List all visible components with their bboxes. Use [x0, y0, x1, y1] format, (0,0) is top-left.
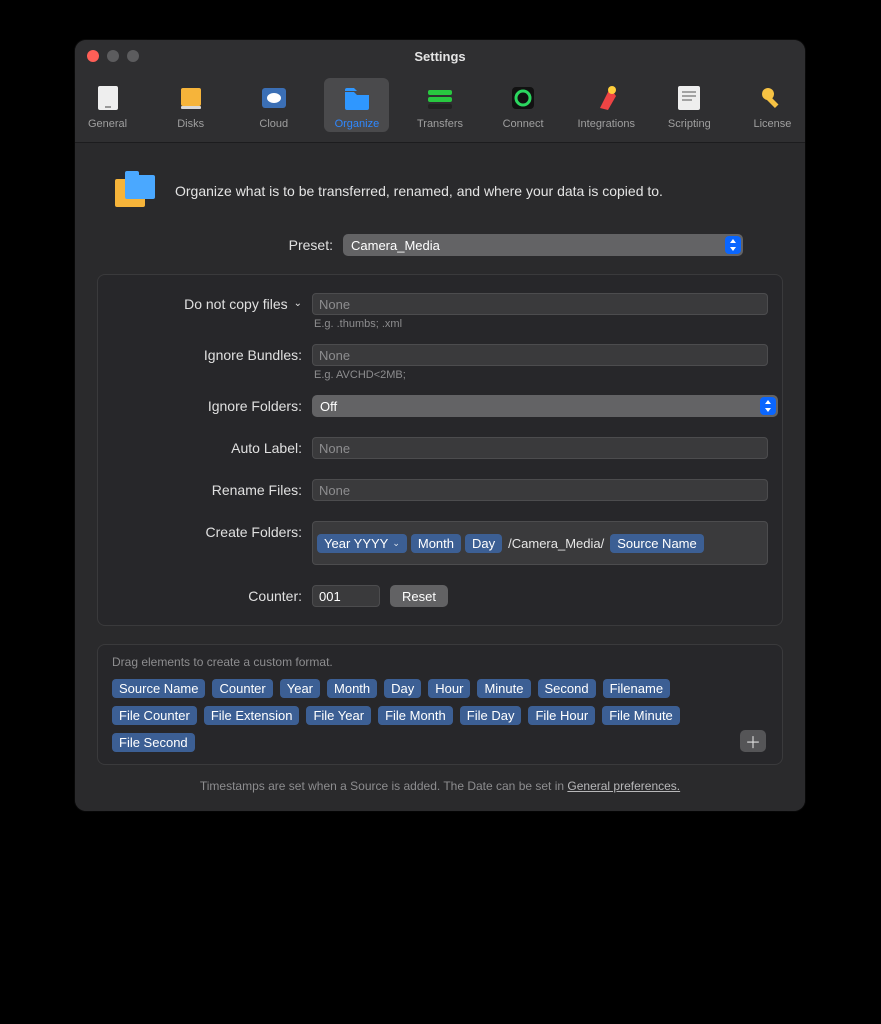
- footer-text: Timestamps are set when a Source is adde…: [200, 779, 568, 793]
- window-zoom-button[interactable]: [127, 50, 139, 62]
- chevron-down-icon: ⌄: [294, 293, 302, 315]
- palette-token[interactable]: File Day: [460, 706, 522, 725]
- organize-hero-icon: [115, 169, 159, 212]
- preset-dropdown[interactable]: Camera_Media: [343, 234, 743, 256]
- tab-disks[interactable]: Disks: [158, 78, 223, 132]
- tab-label: Connect: [503, 118, 544, 130]
- updown-arrows-icon: [725, 236, 741, 254]
- palette-token[interactable]: File Hour: [528, 706, 595, 725]
- ignore-folders-label: Ignore Folders:: [112, 395, 312, 417]
- palette-token[interactable]: File Second: [112, 733, 195, 752]
- rename-files-label: Rename Files:: [112, 479, 312, 501]
- format-token[interactable]: Source Name: [610, 534, 703, 553]
- counter-label: Counter:: [112, 585, 312, 607]
- tab-label: Scripting: [668, 118, 711, 130]
- format-token[interactable]: Year YYYY⌄: [317, 534, 407, 553]
- format-plain-text[interactable]: /Camera_Media/: [506, 536, 606, 551]
- organize-pane: Organize what is to be transferred, rena…: [75, 143, 805, 811]
- chevron-down-icon: ⌄: [392, 538, 400, 549]
- organize-icon: [341, 82, 373, 114]
- palette-token[interactable]: Day: [384, 679, 421, 698]
- intro-text: Organize what is to be transferred, rena…: [175, 183, 663, 199]
- palette-token[interactable]: Source Name: [112, 679, 205, 698]
- plus-icon: ＋: [745, 729, 761, 753]
- general-preferences-link[interactable]: General preferences.: [567, 779, 680, 793]
- preset-label: Preset:: [97, 237, 333, 253]
- ignore-folders-dropdown[interactable]: Off: [312, 395, 778, 417]
- palette-token[interactable]: Counter: [212, 679, 272, 698]
- preset-row: Preset: Camera_Media: [97, 234, 783, 256]
- tab-label: Integrations: [577, 118, 634, 130]
- scripting-icon: [673, 82, 705, 114]
- ignore-folders-value: Off: [320, 399, 337, 414]
- ignore-bundles-label: Ignore Bundles:: [112, 344, 312, 366]
- footer-note: Timestamps are set when a Source is adde…: [97, 779, 783, 793]
- palette-token[interactable]: File Minute: [602, 706, 680, 725]
- add-token-button[interactable]: ＋: [740, 730, 766, 752]
- auto-label-input[interactable]: [312, 437, 768, 459]
- tab-cloud[interactable]: Cloud: [241, 78, 306, 132]
- tab-scripting[interactable]: Scripting: [657, 78, 722, 132]
- tab-label: License: [753, 118, 791, 130]
- settings-window: Settings General Disks Cloud Organize Transf…: [75, 40, 805, 811]
- rename-files-input[interactable]: [312, 479, 768, 501]
- format-token[interactable]: Day: [465, 534, 502, 553]
- palette-token[interactable]: Month: [327, 679, 377, 698]
- create-folders-label: Create Folders:: [112, 521, 312, 543]
- palette-token[interactable]: Filename: [603, 679, 670, 698]
- palette-token[interactable]: File Year: [306, 706, 371, 725]
- transfers-icon: [424, 82, 456, 114]
- cloud-icon: [258, 82, 290, 114]
- tab-general[interactable]: General: [75, 78, 140, 132]
- palette-token[interactable]: Year: [280, 679, 320, 698]
- palette-token[interactable]: Second: [538, 679, 596, 698]
- updown-arrows-icon: [760, 397, 776, 415]
- token-palette-panel: Drag elements to create a custom format.…: [97, 644, 783, 765]
- intro-row: Organize what is to be transferred, rena…: [115, 169, 769, 212]
- palette-token[interactable]: Hour: [428, 679, 470, 698]
- do-not-copy-hint: E.g. .thumbs; .xml: [314, 318, 768, 330]
- tab-license[interactable]: License: [740, 78, 805, 132]
- preset-dropdown-value: Camera_Media: [351, 238, 440, 253]
- do-not-copy-label-text: Do not copy files: [184, 293, 288, 315]
- do-not-copy-label[interactable]: Do not copy files ⌄: [112, 293, 312, 315]
- palette-hint: Drag elements to create a custom format.: [112, 655, 768, 669]
- general-icon: [92, 82, 124, 114]
- ignore-bundles-input[interactable]: [312, 344, 768, 366]
- titlebar: Settings: [75, 40, 805, 72]
- organize-form-panel: Do not copy files ⌄ E.g. .thumbs; .xml I…: [97, 274, 783, 626]
- palette-token[interactable]: File Extension: [204, 706, 300, 725]
- do-not-copy-input[interactable]: [312, 293, 768, 315]
- tab-transfers[interactable]: Transfers: [407, 78, 472, 132]
- tab-label: Transfers: [417, 118, 463, 130]
- format-token[interactable]: Month: [411, 534, 461, 553]
- window-minimize-button[interactable]: [107, 50, 119, 62]
- tab-connect[interactable]: Connect: [491, 78, 556, 132]
- ignore-bundles-hint: E.g. AVCHD<2MB;: [314, 369, 768, 381]
- tab-label: Organize: [335, 118, 380, 130]
- counter-input[interactable]: [312, 585, 380, 607]
- tab-label: Disks: [177, 118, 204, 130]
- tab-organize[interactable]: Organize: [324, 78, 389, 132]
- window-close-button[interactable]: [87, 50, 99, 62]
- license-icon: [756, 82, 788, 114]
- palette-token[interactable]: File Counter: [112, 706, 197, 725]
- window-controls: [87, 50, 139, 62]
- settings-toolbar: General Disks Cloud Organize Transfers Connec…: [75, 72, 805, 143]
- integrations-icon: [590, 82, 622, 114]
- auto-label-label: Auto Label:: [112, 437, 312, 459]
- window-title: Settings: [414, 49, 465, 64]
- tab-label: General: [88, 118, 127, 130]
- disks-icon: [175, 82, 207, 114]
- token-palette: Source Name Counter Year Month Day Hour Minute…: [112, 679, 768, 752]
- tab-label: Cloud: [259, 118, 288, 130]
- reset-button[interactable]: Reset: [390, 585, 448, 607]
- connect-icon: [507, 82, 539, 114]
- palette-token[interactable]: File Month: [378, 706, 453, 725]
- create-folders-field[interactable]: Year YYYY⌄MonthDay/Camera_Media/Source N…: [312, 521, 768, 565]
- tab-integrations[interactable]: Integrations: [574, 78, 639, 132]
- palette-token[interactable]: Minute: [477, 679, 530, 698]
